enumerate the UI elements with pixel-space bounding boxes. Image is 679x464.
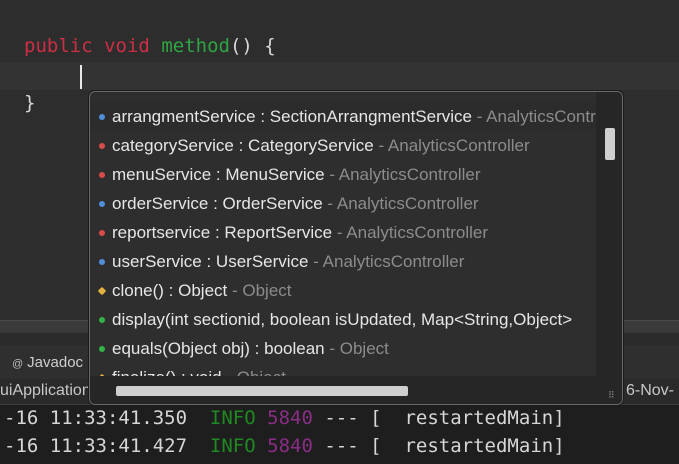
- log-level: INFO: [209, 407, 256, 429]
- private-field-icon: [99, 171, 105, 178]
- log-time: -16 11:33:41.350: [4, 407, 188, 429]
- completion-item[interactable]: userService : UserService - AnalyticsCon…: [90, 247, 596, 276]
- completion-item-source: - AnalyticsController: [308, 252, 465, 271]
- log-bracket: [: [370, 435, 382, 457]
- completion-item-name: orderService : OrderService: [112, 194, 323, 213]
- completion-item-name: equals(Object obj) : boolean: [112, 339, 325, 358]
- completion-item-name: reportservice : ReportService: [112, 223, 333, 242]
- completion-item-source: - AnalyticsController: [373, 136, 530, 155]
- completion-item[interactable]: menuService : MenuService - AnalyticsCon…: [90, 160, 596, 189]
- completion-item-source: - AnalyticsController: [324, 165, 481, 184]
- log-level: INFO: [209, 435, 256, 457]
- text-caret: [80, 65, 82, 89]
- horizontal-scroll-thumb[interactable]: [116, 386, 408, 396]
- completion-item[interactable]: display(int sectionid, boolean isUpdated…: [90, 305, 596, 334]
- method-name: method: [161, 35, 230, 57]
- private-field-icon: [99, 142, 105, 149]
- log-separator: ---: [324, 407, 359, 429]
- log-separator: ---: [324, 435, 359, 457]
- console-title: uiApplication: [0, 382, 91, 399]
- private-field-icon: [99, 229, 105, 236]
- public-field-icon: [99, 113, 105, 120]
- completion-item-source: - AnalyticsController: [332, 223, 489, 242]
- vertical-scroll-thumb[interactable]: [605, 128, 615, 160]
- method-signature-rest: () {: [229, 35, 276, 57]
- completion-item-name: menuService : MenuService: [112, 165, 325, 184]
- keyword-void: void: [104, 35, 150, 57]
- console-line: -16 11:33:41.427 INFO 5840 --- [ restart…: [4, 435, 565, 457]
- completion-item-name: arrangmentService : SectionArrangmentSer…: [112, 107, 472, 126]
- keyword-public: public: [24, 35, 93, 57]
- console-output[interactable]: -16 11:33:41.350 INFO 5840 --- [ restart…: [0, 405, 679, 464]
- resize-grip-icon[interactable]: ⠿: [608, 390, 618, 400]
- content-assist-popup[interactable]: arrangmentService : SectionArrangmentSer…: [89, 91, 623, 405]
- code-line-1: public void method() {: [24, 35, 276, 57]
- completion-item-name: categoryService : CategoryService: [112, 136, 374, 155]
- completion-item[interactable]: reportservice : ReportService - Analytic…: [90, 218, 596, 247]
- tab-javadoc[interactable]: @ Javadoc: [12, 354, 83, 371]
- tab-javadoc-label: Javadoc: [27, 354, 84, 371]
- vertical-scrollbar[interactable]: [596, 92, 622, 376]
- completion-item-name: display(int sectionid, boolean isUpdated…: [112, 310, 573, 329]
- console-date: 6-Nov-: [626, 382, 675, 399]
- completion-item[interactable]: orderService : OrderService - AnalyticsC…: [90, 189, 596, 218]
- protected-method-icon: [97, 286, 107, 295]
- completion-item-source: - AnalyticsController: [476, 107, 596, 126]
- completion-item-name: finalize() : void: [112, 368, 222, 376]
- log-thread: restartedMain]: [404, 407, 565, 429]
- completion-item-source: - Object: [222, 368, 286, 376]
- log-bracket: [: [370, 407, 382, 429]
- javadoc-icon: @: [12, 358, 24, 370]
- public-field-icon: [99, 258, 105, 265]
- completion-item[interactable]: finalize() : void - Object: [90, 363, 596, 376]
- log-time: -16 11:33:41.427: [4, 435, 188, 457]
- completion-item[interactable]: clone() : Object - Object: [90, 276, 596, 305]
- completion-item-source: - Object: [324, 339, 389, 358]
- log-pid: 5840: [267, 407, 313, 429]
- completion-item-name: clone() : Object: [112, 281, 228, 300]
- code-line-3: }: [24, 92, 36, 114]
- log-pid: 5840: [267, 435, 313, 457]
- completion-item-name: userService : UserService: [112, 252, 309, 271]
- completion-item-source: - AnalyticsController: [322, 194, 479, 213]
- completion-item[interactable]: arrangmentService : SectionArrangmentSer…: [90, 102, 596, 131]
- public-field-icon: [99, 200, 105, 207]
- completion-item-source: - Object: [227, 281, 292, 300]
- public-method-icon: [99, 316, 105, 323]
- horizontal-scrollbar[interactable]: ⠿: [90, 376, 622, 404]
- current-line-highlight: [0, 62, 679, 90]
- completion-item[interactable]: categoryService : CategoryService - Anal…: [90, 131, 596, 160]
- log-thread: restartedMain]: [404, 435, 565, 457]
- public-method-icon: [99, 345, 105, 352]
- console-line: -16 11:33:41.350 INFO 5840 --- [ restart…: [4, 407, 565, 429]
- completion-item[interactable]: equals(Object obj) : boolean - Object: [90, 334, 596, 363]
